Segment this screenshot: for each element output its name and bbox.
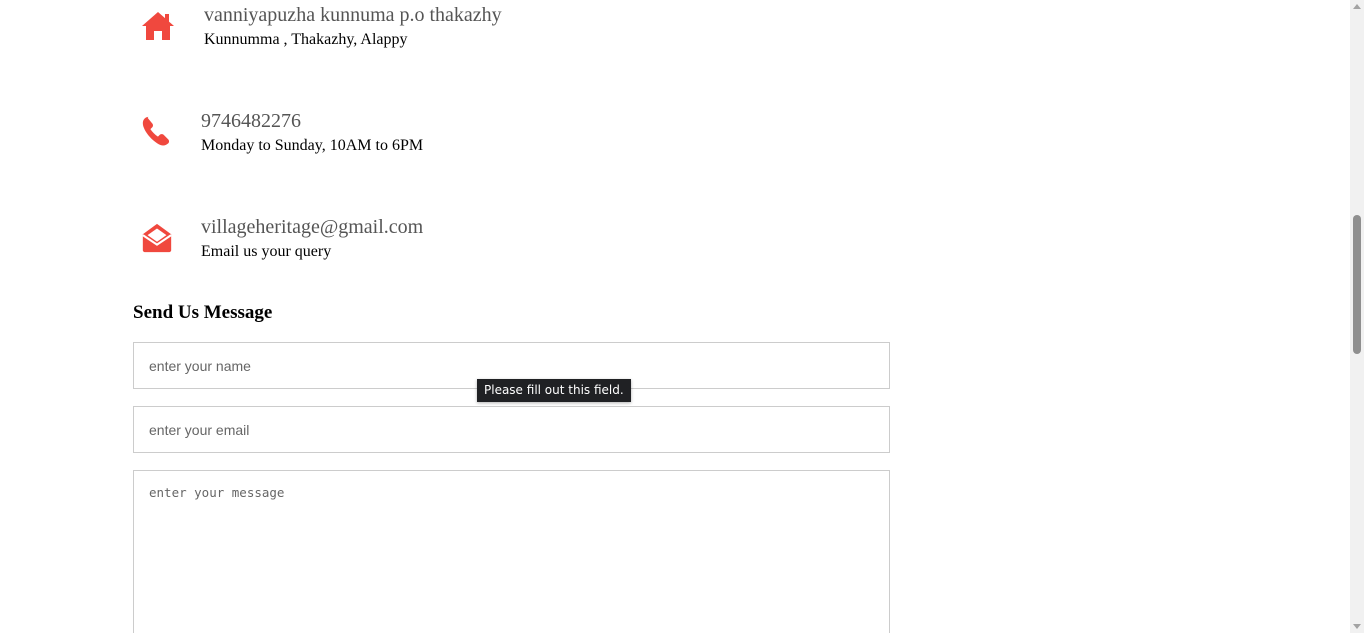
home-icon bbox=[140, 8, 176, 44]
form-title: Send Us Message bbox=[133, 302, 273, 323]
email-address: villageheritage@gmail.com bbox=[201, 216, 424, 238]
email-input[interactable] bbox=[133, 406, 890, 453]
scrollbar-thumb[interactable] bbox=[1353, 215, 1361, 354]
contact-page: vanniyapuzha kunnuma p.o thakazhy Kunnum… bbox=[0, 0, 1350, 633]
phone-number: 9746482276 bbox=[201, 110, 301, 132]
phone-icon bbox=[140, 114, 174, 148]
scroll-down-arrow-icon[interactable] bbox=[1353, 624, 1361, 629]
phone-hours: Monday to Sunday, 10AM to 6PM bbox=[201, 137, 424, 154]
address-subtitle: Kunnumma , Thakazhy, Alappy bbox=[204, 31, 408, 48]
validation-tooltip: Please fill out this field. bbox=[477, 379, 631, 402]
email-subtitle: Email us your query bbox=[201, 243, 332, 260]
message-textarea[interactable] bbox=[133, 470, 890, 633]
envelope-open-icon bbox=[140, 221, 174, 255]
page-scrollbar[interactable] bbox=[1350, 0, 1364, 633]
scroll-up-arrow-icon[interactable] bbox=[1353, 4, 1361, 9]
address-title: vanniyapuzha kunnuma p.o thakazhy bbox=[204, 4, 502, 26]
